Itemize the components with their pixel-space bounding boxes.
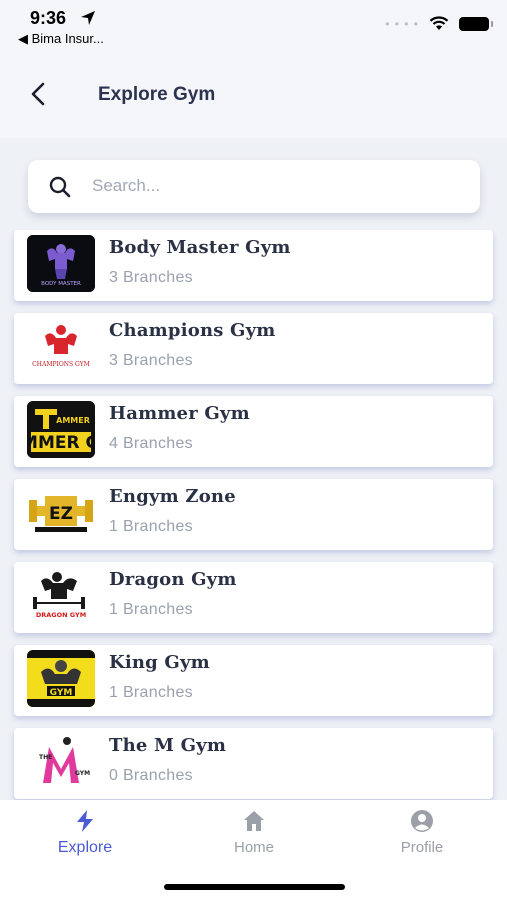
gym-logo-engym-zone: EZ <box>27 484 95 541</box>
gym-card-dragon[interactable]: DRAGON GYM Dragon Gym 1 Branches <box>14 562 493 633</box>
page-title: Explore Gym <box>98 84 216 105</box>
gym-logo-king: GYM <box>27 650 95 707</box>
nav-explore-label: Explore <box>57 839 113 856</box>
gym-name: The M Gym <box>109 735 227 756</box>
gym-name: Engym Zone <box>109 486 236 507</box>
profile-icon <box>411 810 433 832</box>
battery-icon <box>459 16 493 31</box>
gym-logo-champions: CHAMPIONS GYM <box>27 318 95 375</box>
gym-branches: 1 Branches <box>109 684 193 701</box>
gym-list: BODY MASTER Body Master Gym 3 Branches C… <box>0 230 507 800</box>
gym-logo-hammer: AMMER HAMMER GYM <box>27 401 95 458</box>
home-icon <box>244 811 264 831</box>
status-bar: 9:36 ◀ Bima Insur... • • • • <box>0 0 507 52</box>
gym-card-body-master[interactable]: BODY MASTER Body Master Gym 3 Branches <box>14 230 493 301</box>
gym-logo-text: GYM <box>50 688 73 698</box>
gym-branches: 3 Branches <box>109 269 193 286</box>
svg-text:THE: THE <box>39 754 52 761</box>
gym-logo-text: HAMMER GYM <box>27 433 95 453</box>
svg-text:AMMER: AMMER <box>56 416 90 425</box>
search-icon <box>49 176 71 198</box>
gym-branches: 1 Branches <box>109 518 193 535</box>
search-input[interactable] <box>92 170 462 202</box>
gym-name: Body Master Gym <box>109 237 291 258</box>
gym-card-the-m[interactable]: THE GYM The M Gym 0 Branches <box>14 728 493 799</box>
nav-home-label: Home <box>233 839 274 856</box>
gym-logo-text: DRAGON GYM <box>36 611 86 619</box>
gym-card-champions[interactable]: CHAMPIONS GYM Champions Gym 3 Branches <box>14 313 493 384</box>
search-bar[interactable] <box>28 160 480 213</box>
gym-logo-text: BODY MASTER <box>41 281 81 287</box>
wifi-icon <box>429 16 449 30</box>
home-indicator <box>164 884 345 890</box>
gym-logo-the-m: THE GYM <box>27 733 95 790</box>
gym-branches: 1 Branches <box>109 601 193 618</box>
nav-profile-label: Profile <box>400 839 444 856</box>
gym-logo-body-master: BODY MASTER <box>27 235 95 292</box>
gym-branches: 3 Branches <box>109 352 193 369</box>
nav-home[interactable]: Home <box>199 808 309 860</box>
gym-name: Hammer Gym <box>109 403 250 424</box>
gym-card-engym-zone[interactable]: EZ Engym Zone 1 Branches <box>14 479 493 550</box>
gym-card-king[interactable]: GYM King Gym 1 Branches <box>14 645 493 716</box>
status-indicators: • • • • <box>385 16 493 31</box>
gym-name: Dragon Gym <box>109 569 237 590</box>
app-header: Explore Gym <box>0 52 507 138</box>
svg-text:GYM: GYM <box>75 770 90 777</box>
gym-card-hammer[interactable]: AMMER HAMMER GYM Hammer Gym 4 Branches <box>14 396 493 467</box>
gym-name: King Gym <box>109 652 210 673</box>
nav-profile[interactable]: Profile <box>367 808 477 860</box>
gym-logo-dragon: DRAGON GYM <box>27 567 95 624</box>
gym-logo-text: CHAMPIONS GYM <box>32 361 90 368</box>
signal-icon: • • • • <box>385 16 419 31</box>
gym-branches: 4 Branches <box>109 435 193 452</box>
status-time: 9:36 <box>30 8 67 28</box>
gym-name: Champions Gym <box>109 320 276 341</box>
back-to-app-link[interactable]: ◀ Bima Insur... <box>18 31 104 47</box>
nav-explore[interactable]: Explore <box>30 808 140 860</box>
lightning-icon <box>77 810 93 832</box>
gym-branches: 0 Branches <box>109 767 193 784</box>
location-arrow-icon <box>81 11 95 25</box>
gym-logo-text: EZ <box>49 504 73 524</box>
back-arrow-icon[interactable] <box>24 80 52 108</box>
